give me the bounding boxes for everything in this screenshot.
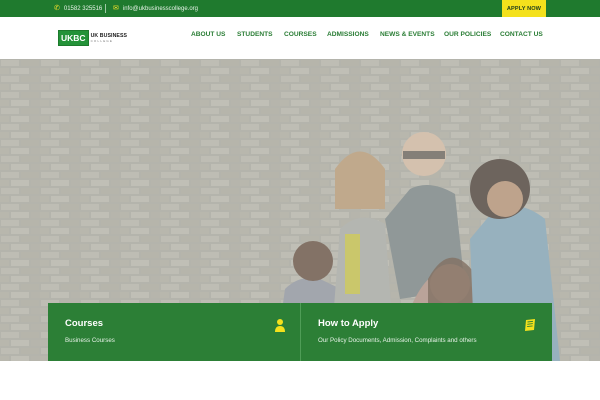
user-icon: [275, 319, 285, 332]
nav-contact-us[interactable]: CONTACT US: [500, 31, 543, 38]
page-body: [0, 361, 600, 400]
email-address: info@ukbusinesscollege.org: [122, 5, 199, 12]
nav-news-events[interactable]: NEWS & EVENTS: [380, 31, 435, 38]
nav-students[interactable]: STUDENTS: [237, 31, 273, 38]
nav-our-policies[interactable]: OUR POLICIES: [444, 31, 491, 38]
courses-card-title: Courses: [65, 318, 104, 329]
how-to-apply-card[interactable]: How to Apply Our Policy Documents, Admis…: [300, 303, 552, 361]
nav-courses[interactable]: COURSES: [284, 31, 317, 38]
topbar-divider: [105, 4, 106, 13]
logo-tagline: COLLEGE: [90, 39, 114, 43]
nav-admissions[interactable]: ADMISSIONS: [327, 31, 369, 38]
site-logo[interactable]: UKBC UK BUSINESS COLLEGE: [58, 30, 127, 46]
phone-contact[interactable]: ✆ 01582 325516: [54, 0, 102, 17]
envelope-icon: ✉: [113, 5, 119, 12]
apply-now-button[interactable]: APPLY NOW: [502, 0, 546, 17]
nav-about-us[interactable]: ABOUT US: [191, 31, 225, 38]
site-header: UKBC UK BUSINESS COLLEGE ABOUT US STUDEN…: [0, 17, 600, 59]
how-to-apply-card-title: How to Apply: [318, 318, 379, 329]
courses-card-desc[interactable]: Business Courses: [65, 337, 115, 344]
how-to-apply-card-desc[interactable]: Our Policy Documents, Admission, Complai…: [318, 337, 477, 344]
courses-card[interactable]: Courses Business Courses: [48, 303, 300, 361]
phone-icon: ✆: [54, 5, 60, 12]
phone-number: 01582 325516: [63, 5, 103, 12]
feature-cards: Courses Business Courses How to Apply Ou…: [48, 303, 552, 361]
email-contact[interactable]: ✉ info@ukbusinesscollege.org: [113, 0, 198, 17]
top-bar: ✆ 01582 325516 ✉ info@ukbusinesscollege.…: [0, 0, 600, 17]
logo-mark: UKBC: [58, 30, 89, 46]
logo-text: UK BUSINESS COLLEGE: [91, 33, 128, 43]
book-icon: [525, 319, 535, 331]
